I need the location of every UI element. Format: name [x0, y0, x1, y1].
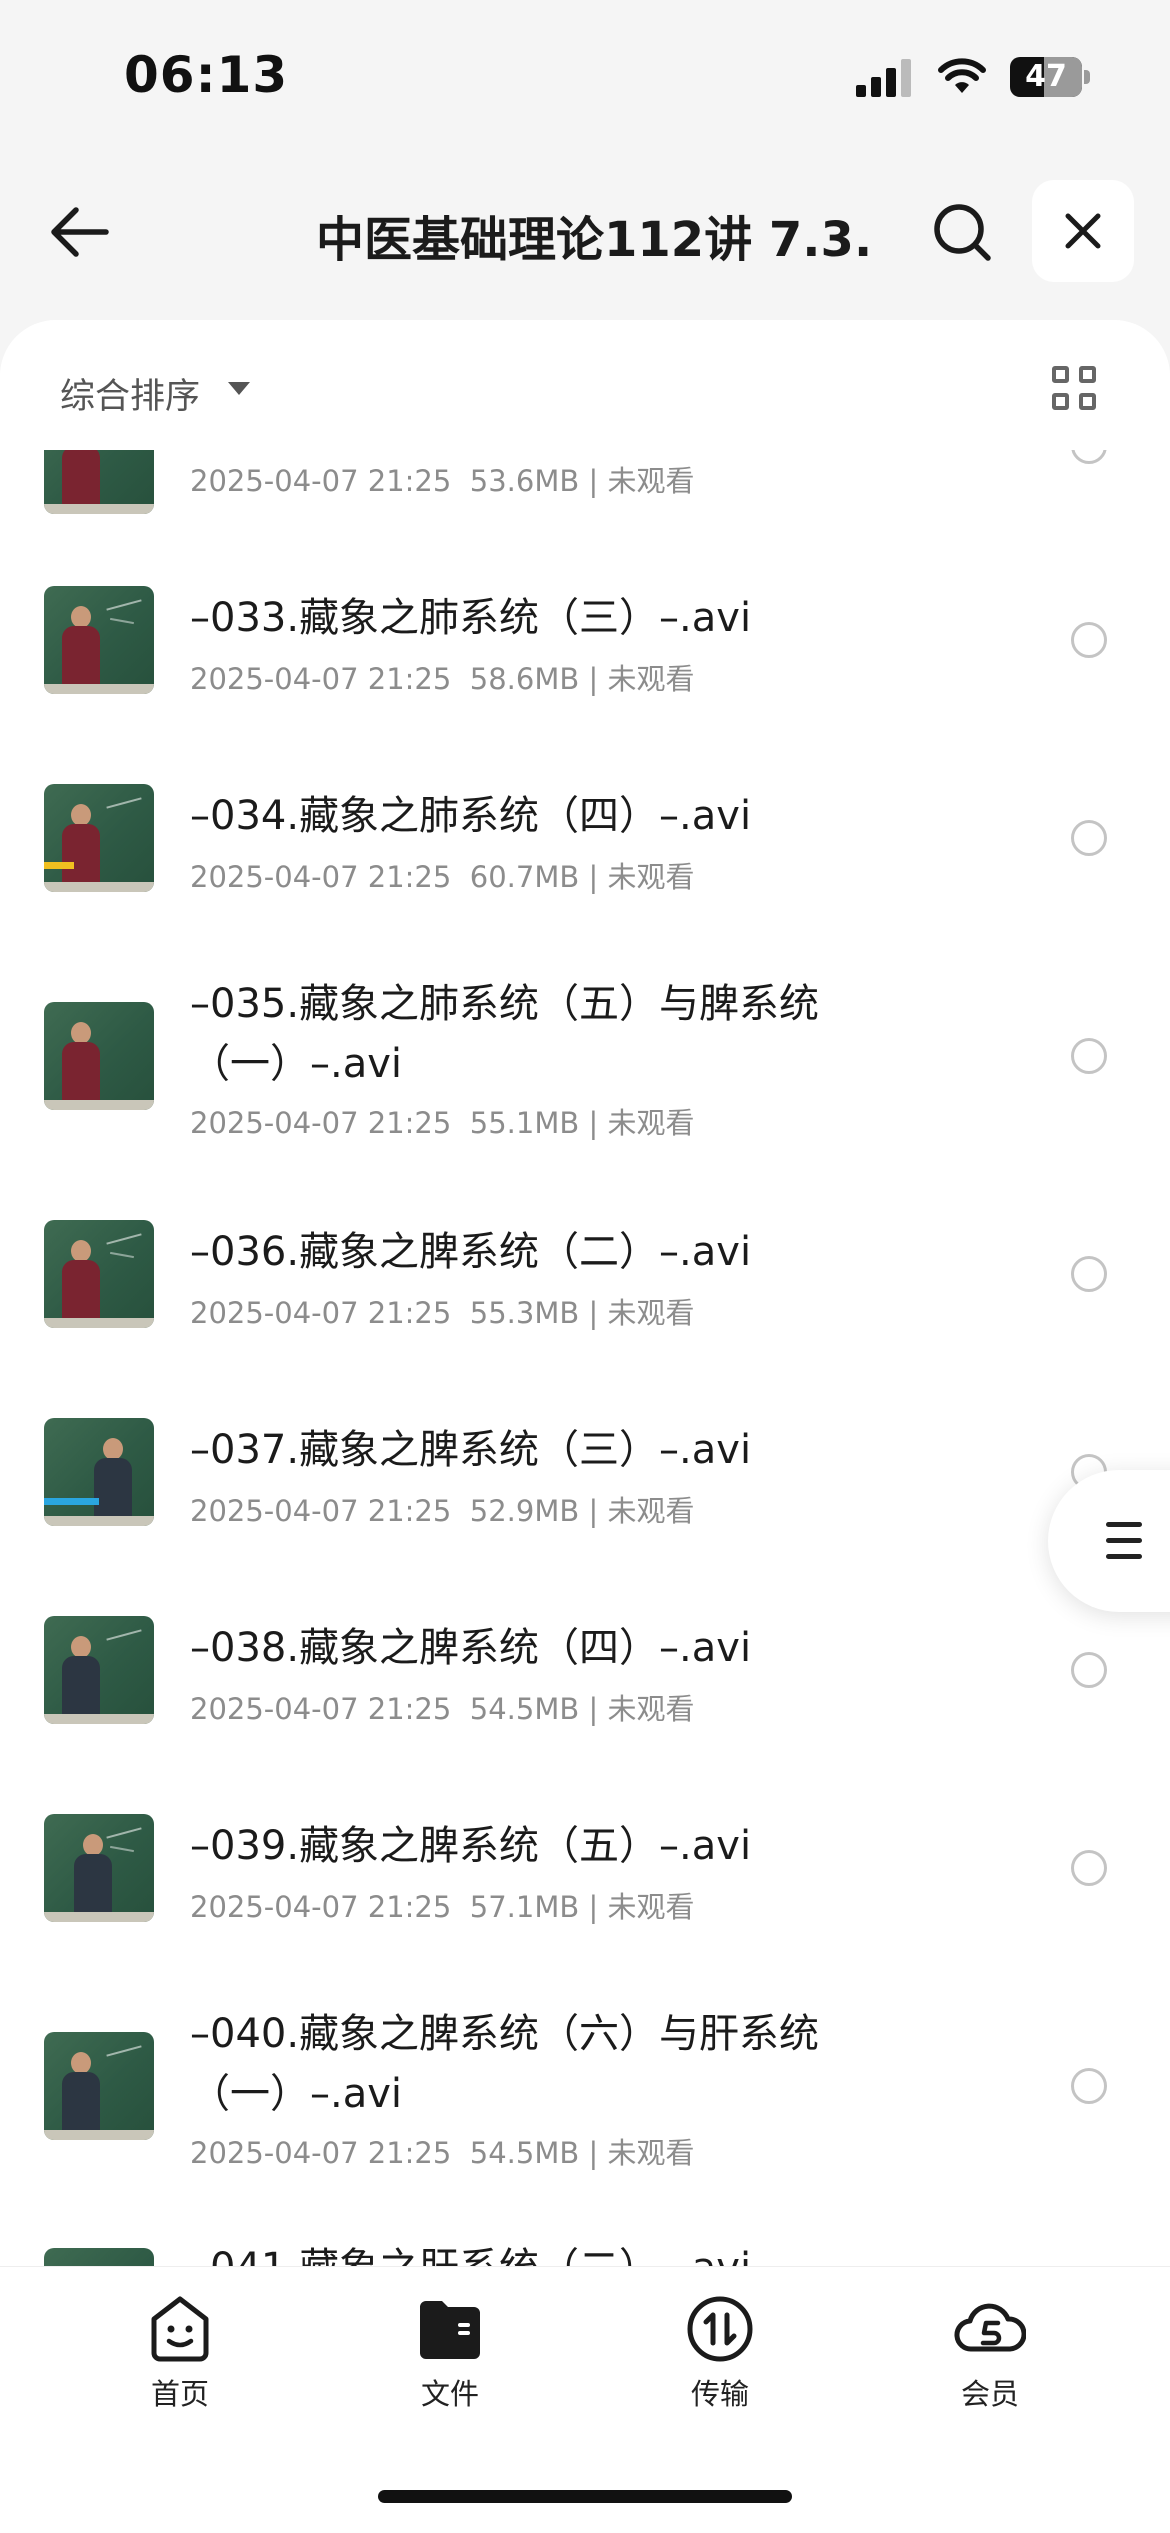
file-meta: 2025-04-07 21:25 54.5MB | 未观看: [190, 2136, 695, 2170]
file-name: –033.藏象之肺系统（三）–.avi: [190, 595, 752, 641]
transfer-icon: [687, 2296, 753, 2362]
video-thumbnail: [44, 784, 154, 892]
wifi-icon: [938, 58, 986, 93]
battery-icon: 47: [1010, 57, 1090, 97]
file-meta: 2025-04-07 21:25 53.6MB | 未观看: [190, 464, 695, 498]
select-radio[interactable]: [1071, 622, 1107, 658]
home-smiley-icon: [151, 2296, 209, 2362]
cellular-signal-icon: [856, 59, 911, 97]
tab-vip[interactable]: 会员: [920, 2293, 1060, 2413]
select-radio[interactable]: [1071, 1038, 1107, 1074]
file-name: –037.藏象之脾系统（三）–.avi: [190, 1427, 752, 1473]
page-title: 中医基础理论112讲 7.3...: [316, 212, 876, 268]
file-meta: 2025-04-07 21:25 58.6MB | 未观看: [190, 662, 695, 696]
video-thumbnail: [44, 586, 154, 694]
folder-icon: [420, 2301, 480, 2359]
video-thumbnail: [44, 2032, 154, 2140]
video-thumbnail: [44, 1002, 154, 1110]
search-icon: [934, 204, 991, 261]
video-thumbnail: [44, 1220, 154, 1328]
search-button[interactable]: [922, 192, 1002, 272]
file-name: –038.藏象之脾系统（四）–.avi: [190, 1625, 752, 1671]
cloud-vip-icon: [954, 2303, 1027, 2352]
tab-home-label: 首页: [150, 2377, 209, 2411]
grid-view-icon[interactable]: [1052, 366, 1100, 414]
file-meta: 2025-04-07 21:25 60.7MB | 未观看: [190, 860, 695, 894]
file-meta: 2025-04-07 21:25 54.5MB | 未观看: [190, 1692, 695, 1726]
video-thumbnail: [44, 1814, 154, 1922]
home-indicator: [378, 2490, 792, 2503]
file-meta: 2025-04-07 21:25 52.9MB | 未观看: [190, 1494, 695, 1528]
file-list: 2025-04-07 21:25 53.6MB | 未观看 –033.藏象之肺系…: [0, 320, 1170, 2270]
file-meta: 2025-04-07 21:25 55.3MB | 未观看: [190, 1296, 695, 1330]
select-radio[interactable]: [1071, 1256, 1107, 1292]
back-button[interactable]: [40, 192, 120, 272]
close-icon: [1065, 213, 1101, 249]
tab-files-label: 文件: [420, 2377, 479, 2411]
tab-transfer-label: 传输: [690, 2377, 749, 2411]
file-name: –035.藏象之肺系统（五）与脾系统（一）–.avi: [190, 981, 820, 1087]
caret-down-icon[interactable]: [228, 382, 250, 395]
video-thumbnail: [44, 1616, 154, 1724]
tab-transfer[interactable]: 传输: [650, 2293, 790, 2413]
file-name: –036.藏象之脾系统（二）–.avi: [190, 1229, 752, 1275]
battery-level: 47: [1025, 59, 1067, 94]
file-meta: 2025-04-07 21:25 55.1MB | 未观看: [190, 1106, 695, 1140]
tab-vip-label: 会员: [960, 2377, 1019, 2411]
file-name: –039.藏象之脾系统（五）–.avi: [190, 1823, 752, 1869]
sort-dropdown[interactable]: 综合排序: [60, 368, 200, 419]
close-button[interactable]: [1032, 180, 1134, 282]
status-time: 06:13: [124, 46, 289, 104]
file-meta: 2025-04-07 21:25 57.1MB | 未观看: [190, 1890, 695, 1924]
tab-files[interactable]: 文件: [380, 2293, 520, 2413]
select-radio[interactable]: [1071, 2068, 1107, 2104]
menu-icon: [1106, 1522, 1142, 1527]
header: 中医基础理论112讲 7.3...: [0, 170, 1170, 290]
back-arrow-icon: [51, 207, 109, 257]
select-radio[interactable]: [1071, 1652, 1107, 1688]
file-name: –034.藏象之肺系统（四）–.avi: [190, 793, 752, 839]
select-radio[interactable]: [1071, 820, 1107, 856]
sort-toolbar: 综合排序: [0, 320, 1170, 450]
file-list-panel: 综合排序 2025-04-07 21:25 53.6MB | 未观看 –033.…: [0, 320, 1170, 2270]
tab-home[interactable]: 首页: [110, 2293, 250, 2413]
file-name: –040.藏象之脾系统（六）与肝系统（一）–.avi: [190, 2011, 820, 2117]
status-icons: 47: [856, 52, 1090, 102]
select-radio[interactable]: [1071, 1850, 1107, 1886]
video-thumbnail: [44, 1418, 154, 1526]
status-bar: 06:13 47: [0, 0, 1170, 150]
